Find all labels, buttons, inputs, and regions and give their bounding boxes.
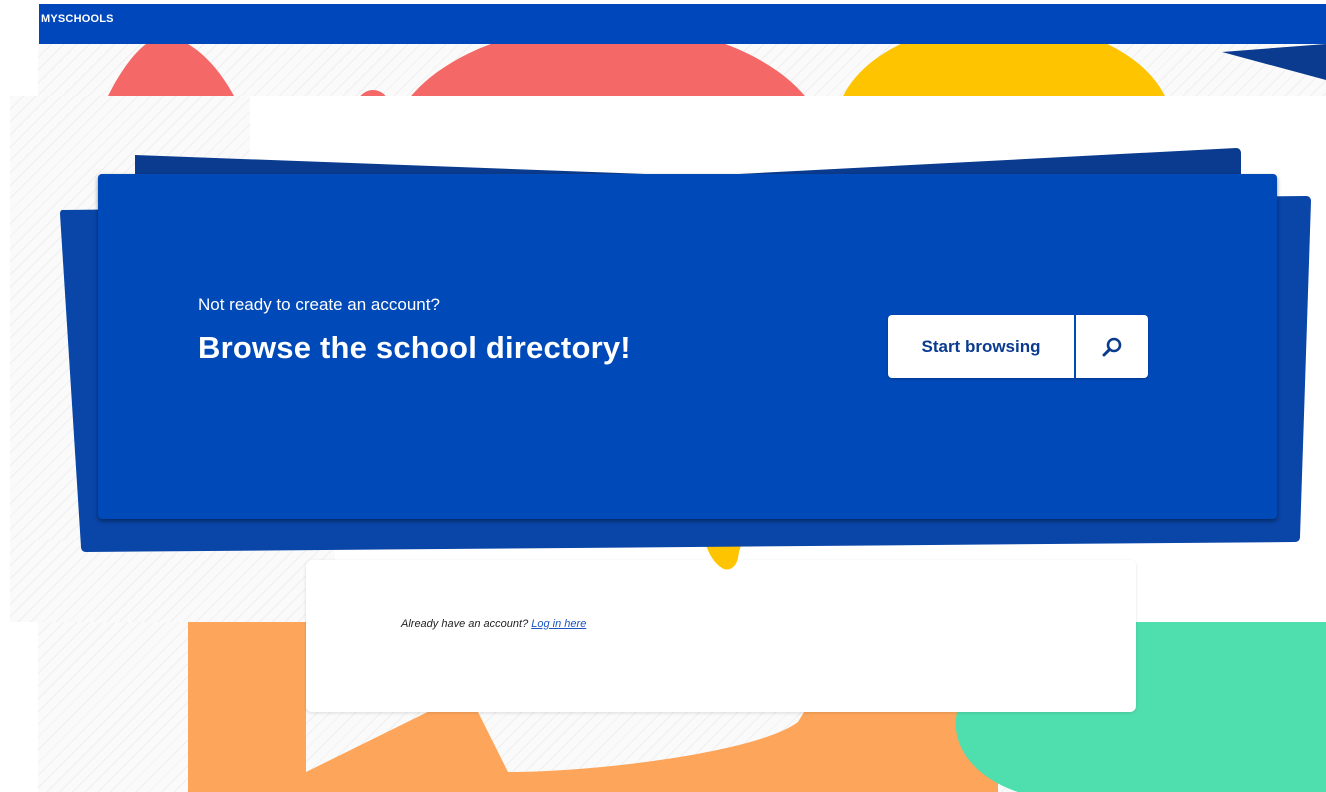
background-pattern-left-lower	[10, 540, 335, 622]
search-icon	[1102, 337, 1122, 356]
start-browsing-button[interactable]: Start browsing	[888, 315, 1074, 378]
banner-subtitle: Not ready to create an account?	[198, 295, 440, 314]
background-pattern-top	[38, 44, 1326, 96]
banner-headline: Browse the school directory!	[198, 330, 631, 365]
login-prompt-text: Already have an account?	[401, 618, 529, 630]
brand-logo[interactable]: MYSCHOOLS	[41, 13, 114, 25]
login-prompt-line: Already have an account? Log in here	[401, 618, 586, 630]
search-button[interactable]	[1076, 315, 1148, 378]
background-shapes-top	[108, 44, 1326, 96]
login-card: Already have an account? Log in here	[306, 560, 1136, 712]
top-nav-bar: MYSCHOOLS	[39, 4, 1326, 44]
login-link[interactable]: Log in here	[531, 618, 586, 630]
browse-button-group: Start browsing	[888, 315, 1148, 378]
browse-directory-banner: Not ready to create an account? Browse t…	[98, 174, 1277, 519]
